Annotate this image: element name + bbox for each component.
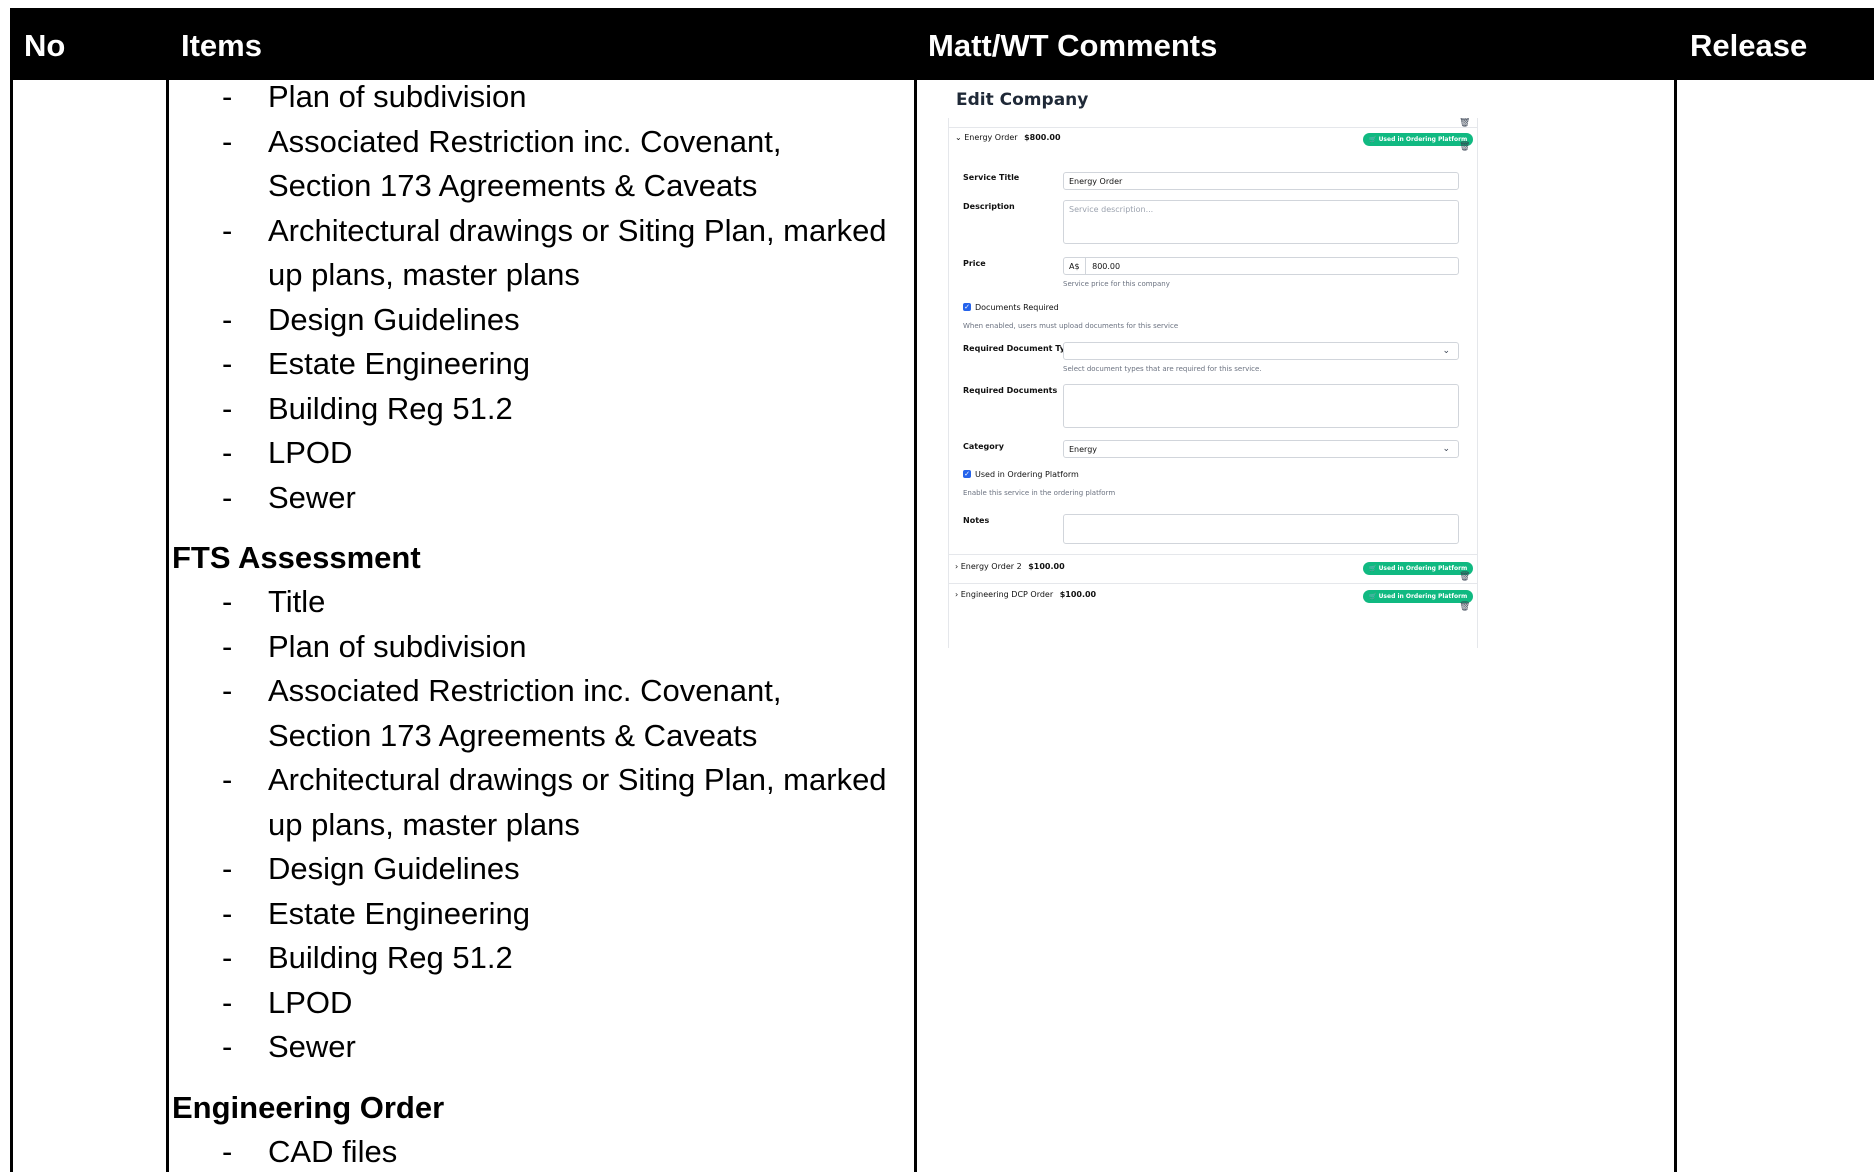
documents-required-label: Documents Required xyxy=(975,303,1059,312)
list-item: Associated Restriction inc. Covenant, Se… xyxy=(172,120,892,209)
status-badge: 🛒 Used in Ordering Platform xyxy=(1363,590,1473,603)
list-item: Estate Engineering xyxy=(172,892,892,937)
items-cell: Plan of subdivision Associated Restricti… xyxy=(172,75,892,1174)
price-hint: Service price for this company xyxy=(1063,280,1170,288)
checkbox-used-in-ordering[interactable]: ✓ xyxy=(963,470,971,478)
status-badge: 🛒 Used in Ordering Platform xyxy=(1363,133,1473,146)
category-select[interactable]: Energy ⌄ xyxy=(1063,440,1459,458)
list-item: Design Guidelines xyxy=(172,847,892,892)
list-item: Plan of subdivision xyxy=(172,75,892,120)
service-panel: 🗑 ⌄ Energy Order $800.00 🛒 Used in Order… xyxy=(948,118,1478,648)
column-divider xyxy=(1674,80,1677,1172)
chevron-right-icon: › xyxy=(955,590,958,599)
chevron-right-icon: › xyxy=(955,562,958,571)
trash-icon[interactable]: 🗑 xyxy=(1459,602,1470,612)
trash-icon[interactable]: 🗑 xyxy=(1459,142,1470,152)
items-list-engineering: CAD files xyxy=(172,1130,892,1174)
checkbox-documents-required[interactable]: ✓ xyxy=(963,303,971,311)
notes-label: Notes xyxy=(963,516,989,525)
service-header[interactable]: ⌄ Energy Order $800.00 xyxy=(955,133,1061,142)
section-title-fts: FTS Assessment xyxy=(172,536,892,580)
service-title-label: Service Title xyxy=(963,173,1019,182)
description-textarea[interactable]: Service description... xyxy=(1063,200,1459,244)
header-items: Items xyxy=(181,28,262,64)
items-list-top: Plan of subdivision Associated Restricti… xyxy=(172,75,892,520)
service-name: Energy Order xyxy=(964,133,1017,142)
list-item: Sewer xyxy=(172,476,892,521)
list-item: Sewer xyxy=(172,1025,892,1070)
column-divider xyxy=(914,80,917,1172)
trash-icon[interactable]: 🗑 xyxy=(1459,572,1470,582)
price-value: 800.00 xyxy=(1088,262,1120,271)
list-item: LPOD xyxy=(172,981,892,1026)
header-no: No xyxy=(24,28,65,64)
service-title-input[interactable]: Energy Order xyxy=(1063,172,1459,190)
chevron-down-icon: ⌄ xyxy=(1442,444,1450,454)
list-item: Associated Restriction inc. Covenant, Se… xyxy=(172,669,892,758)
list-item: Plan of subdivision xyxy=(172,625,892,670)
list-item: LPOD xyxy=(172,431,892,476)
section-title-engineering: Engineering Order xyxy=(172,1086,892,1130)
price-currency: A$ xyxy=(1064,258,1086,275)
edit-company-screenshot: Edit Company 🗑 ⌄ Energy Order $800.00 🛒 … xyxy=(936,78,1476,648)
list-item: Estate Engineering xyxy=(172,342,892,387)
service-name: Energy Order 2 xyxy=(961,562,1022,571)
service-price: $800.00 xyxy=(1024,133,1060,142)
table-header: No Items Matt/WT Comments Release xyxy=(10,8,1874,80)
header-release: Release xyxy=(1690,28,1807,64)
price-label: Price xyxy=(963,259,986,268)
items-list-fts: Title Plan of subdivision Associated Res… xyxy=(172,580,892,1070)
column-divider xyxy=(166,80,169,1172)
chevron-down-icon: ⌄ xyxy=(1442,346,1450,356)
list-item: Design Guidelines xyxy=(172,298,892,343)
documents-required-hint: When enabled, users must upload document… xyxy=(963,322,1178,330)
service-header-3[interactable]: › Engineering DCP Order $100.00 xyxy=(955,590,1096,599)
category-label: Category xyxy=(963,442,1004,451)
column-divider xyxy=(10,80,13,1172)
list-item: Architectural drawings or Siting Plan, m… xyxy=(172,758,892,847)
required-doc-types-select[interactable]: ⌄ xyxy=(1063,342,1459,360)
header-comments: Matt/WT Comments xyxy=(928,28,1217,64)
list-item: CAD files xyxy=(172,1130,892,1174)
list-item: Architectural drawings or Siting Plan, m… xyxy=(172,209,892,298)
list-item: Building Reg 51.2 xyxy=(172,936,892,981)
notes-textarea[interactable] xyxy=(1063,514,1459,544)
chevron-down-icon: ⌄ xyxy=(955,133,962,142)
edit-company-title: Edit Company xyxy=(956,90,1088,110)
required-documents-textarea[interactable] xyxy=(1063,384,1459,428)
service-price: $100.00 xyxy=(1060,590,1096,599)
description-label: Description xyxy=(963,202,1015,211)
used-in-ordering-hint: Enable this service in the ordering plat… xyxy=(963,489,1115,497)
status-badge: 🛒 Used in Ordering Platform xyxy=(1363,562,1473,575)
list-item: Title xyxy=(172,580,892,625)
service-price: $100.00 xyxy=(1028,562,1064,571)
required-doc-types-hint: Select document types that are required … xyxy=(1063,365,1262,373)
list-item: Building Reg 51.2 xyxy=(172,387,892,432)
service-header-2[interactable]: › Energy Order 2 $100.00 xyxy=(955,562,1065,571)
category-value: Energy xyxy=(1069,445,1097,454)
used-in-ordering-label: Used in Ordering Platform xyxy=(975,470,1079,479)
service-name: Engineering DCP Order xyxy=(961,590,1053,599)
required-documents-label: Required Documents xyxy=(963,386,1057,395)
price-input[interactable]: A$ 800.00 xyxy=(1063,257,1459,275)
